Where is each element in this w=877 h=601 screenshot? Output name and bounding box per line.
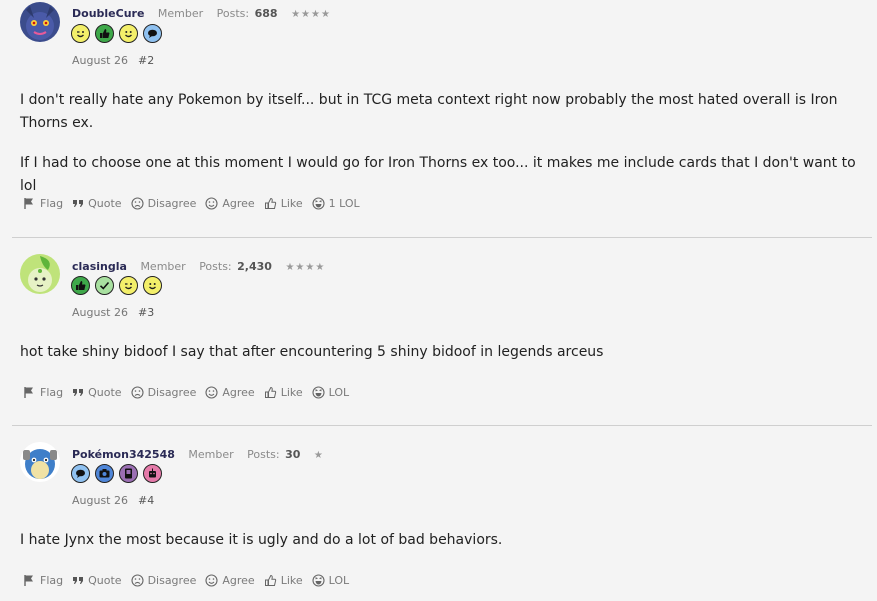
quote-icon bbox=[73, 200, 84, 207]
post-actions: Flag Quote Disagree Agree Like 1 LOL bbox=[23, 197, 369, 210]
wink-badge-icon[interactable] bbox=[71, 24, 90, 43]
flag-icon bbox=[24, 575, 33, 586]
post-paragraph: I hate Jynx the most because it is ugly … bbox=[20, 532, 503, 548]
comment-badge-icon[interactable] bbox=[71, 464, 90, 483]
robot-badge-icon[interactable] bbox=[143, 464, 162, 483]
avatar[interactable] bbox=[20, 2, 60, 42]
flag-icon bbox=[24, 387, 33, 398]
laugh-icon bbox=[312, 197, 325, 210]
camera-badge-icon[interactable] bbox=[95, 464, 114, 483]
post-item: clasingla Member Posts: 2,430 ★★★★ Augus… bbox=[0, 238, 877, 426]
quote-icon bbox=[73, 577, 84, 584]
post-item: Pokémon342548 Member Posts: 30 ★ August … bbox=[0, 426, 877, 601]
agree-button[interactable]: Agree bbox=[205, 574, 255, 587]
badge-row bbox=[71, 464, 162, 483]
posts-label: Posts: bbox=[216, 7, 250, 20]
flag-button[interactable]: Flag bbox=[23, 574, 63, 587]
disagree-button[interactable]: Disagree bbox=[131, 574, 196, 587]
post-item: DoubleCure Member Posts: 688 ★★★★ August… bbox=[0, 0, 877, 238]
rank-stars: ★★★★ bbox=[291, 9, 331, 20]
flag-icon bbox=[24, 198, 33, 209]
date-text: August 26 bbox=[72, 306, 128, 319]
thumbs-up-badge-icon[interactable] bbox=[71, 276, 90, 295]
user-role: Member bbox=[157, 7, 204, 20]
post-paragraph: I don't really hate any Pokemon by itsel… bbox=[20, 92, 838, 131]
post-date[interactable]: August 26 #4 bbox=[72, 494, 154, 507]
post-number[interactable]: #3 bbox=[138, 306, 154, 319]
smile-icon bbox=[205, 386, 218, 399]
date-text: August 26 bbox=[72, 494, 128, 507]
avatar[interactable] bbox=[20, 442, 60, 482]
thumbs-up-icon bbox=[264, 386, 276, 398]
frown-icon bbox=[131, 386, 144, 399]
flag-button[interactable]: Flag bbox=[23, 386, 63, 399]
post-actions: Flag Quote Disagree Agree Like LOL bbox=[23, 574, 358, 587]
laugh-icon bbox=[312, 574, 325, 587]
username-link[interactable]: Pokémon342548 bbox=[72, 448, 175, 461]
quote-icon bbox=[73, 389, 84, 396]
post-body: hot take shiny bidoof I say that after e… bbox=[20, 341, 859, 364]
post-paragraph: hot take shiny bidoof I say that after e… bbox=[20, 344, 604, 360]
frown-icon bbox=[131, 574, 144, 587]
card-badge-icon[interactable] bbox=[119, 464, 138, 483]
post-number[interactable]: #2 bbox=[138, 54, 154, 67]
rank-stars: ★ bbox=[313, 450, 324, 461]
user-role: Member bbox=[188, 448, 234, 461]
date-text: August 26 bbox=[72, 54, 128, 67]
frown-icon bbox=[131, 197, 144, 210]
posts-count: 688 bbox=[254, 7, 278, 20]
post-date[interactable]: August 26 #2 bbox=[72, 54, 154, 67]
smile-icon bbox=[205, 574, 218, 587]
avatar[interactable] bbox=[20, 254, 60, 294]
lol-button[interactable]: 1 LOL bbox=[312, 197, 360, 210]
quote-button[interactable]: Quote bbox=[72, 197, 122, 210]
lol-button[interactable]: LOL bbox=[312, 386, 349, 399]
like-button[interactable]: Like bbox=[264, 574, 303, 587]
check-badge-icon[interactable] bbox=[95, 276, 114, 295]
badge-row bbox=[71, 276, 162, 295]
flag-button[interactable]: Flag bbox=[23, 197, 63, 210]
agree-button[interactable]: Agree bbox=[205, 386, 255, 399]
smile-badge-icon[interactable] bbox=[143, 276, 162, 295]
disagree-button[interactable]: Disagree bbox=[131, 386, 196, 399]
laugh-icon bbox=[312, 386, 325, 399]
post-paragraph: If I had to choose one at this moment I … bbox=[20, 155, 856, 194]
thumbs-up-icon bbox=[264, 197, 276, 209]
quote-button[interactable]: Quote bbox=[72, 386, 122, 399]
smile-badge-icon[interactable] bbox=[119, 24, 138, 43]
comment-badge-icon[interactable] bbox=[143, 24, 162, 43]
rank-stars: ★★★★ bbox=[285, 262, 326, 273]
user-meta: clasingla Member Posts: 2,430 ★★★★ bbox=[72, 260, 325, 273]
posts-count: 2,430 bbox=[237, 260, 272, 273]
like-button[interactable]: Like bbox=[264, 386, 303, 399]
agree-button[interactable]: Agree bbox=[205, 197, 255, 210]
like-button[interactable]: Like bbox=[264, 197, 303, 210]
thumbs-up-badge-icon[interactable] bbox=[95, 24, 114, 43]
posts-count: 30 bbox=[285, 448, 301, 461]
posts-label: Posts: bbox=[199, 260, 232, 273]
thumbs-up-icon bbox=[264, 574, 276, 586]
lol-button[interactable]: LOL bbox=[312, 574, 349, 587]
user-role: Member bbox=[140, 260, 186, 273]
smile-icon bbox=[205, 197, 218, 210]
username-link[interactable]: clasingla bbox=[72, 260, 127, 273]
wink-badge-icon[interactable] bbox=[119, 276, 138, 295]
disagree-button[interactable]: Disagree bbox=[131, 197, 196, 210]
username-link[interactable]: DoubleCure bbox=[72, 7, 144, 20]
quote-button[interactable]: Quote bbox=[72, 574, 122, 587]
user-meta: DoubleCure Member Posts: 688 ★★★★ bbox=[72, 7, 331, 20]
post-date[interactable]: August 26 #3 bbox=[72, 306, 154, 319]
badge-row bbox=[71, 24, 162, 43]
post-number[interactable]: #4 bbox=[138, 494, 154, 507]
post-body: I hate Jynx the most because it is ugly … bbox=[20, 529, 859, 552]
post-body: I don't really hate any Pokemon by itsel… bbox=[20, 89, 859, 198]
posts-label: Posts: bbox=[247, 448, 280, 461]
user-meta: Pokémon342548 Member Posts: 30 ★ bbox=[72, 448, 324, 461]
post-actions: Flag Quote Disagree Agree Like LOL bbox=[23, 386, 358, 399]
